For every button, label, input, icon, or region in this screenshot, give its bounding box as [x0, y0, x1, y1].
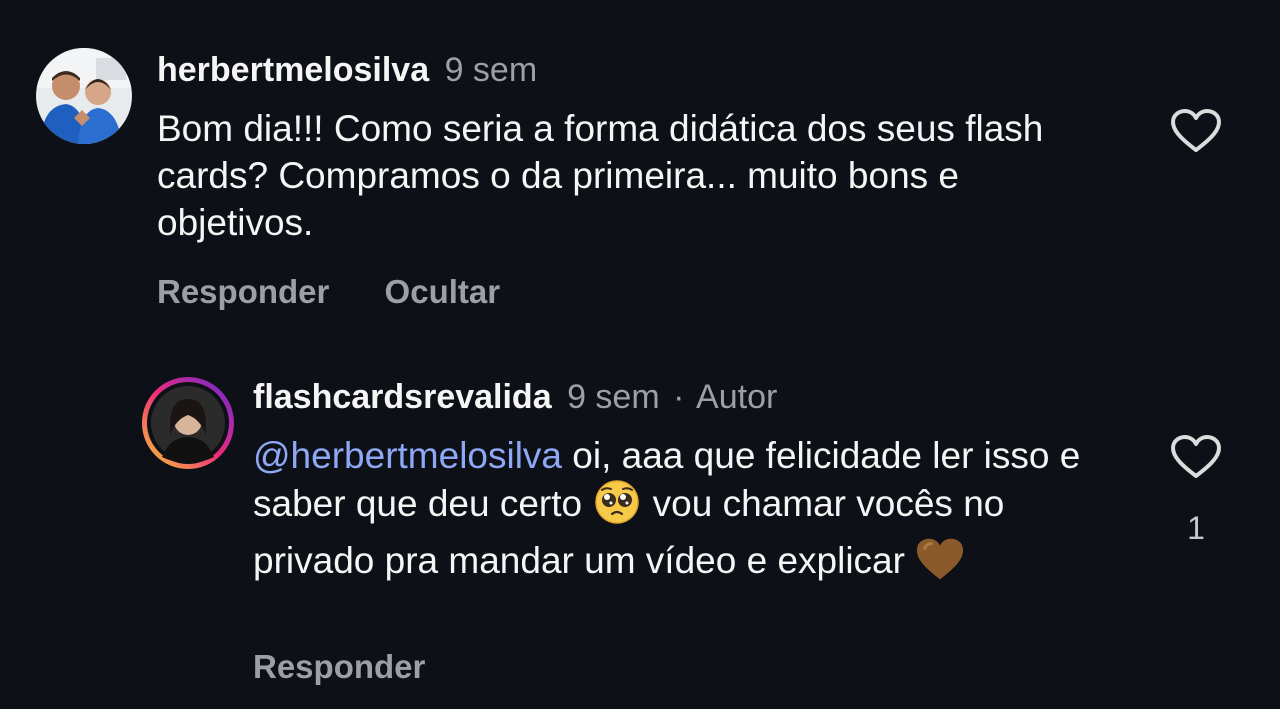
pleading-face-emoji [592, 479, 642, 536]
timestamp: 9 sem [567, 378, 660, 416]
comment-text: Bom dia!!! Como seria a forma didática d… [157, 108, 1044, 243]
comment-actions: Responder [253, 647, 425, 687]
username[interactable]: flashcardsrevalida [253, 378, 552, 416]
hide-button[interactable]: Ocultar [385, 273, 501, 310]
comment-text: @herbertmelosilva oi, aaa que felicidade… [253, 432, 1133, 593]
like-count: 1 [1187, 510, 1205, 546]
comment-item: herbertmelosilva 9 sem Bom dia!!! Como s… [0, 0, 1280, 330]
reply-item: flashcardsrevalida 9 sem · Autor @herber… [0, 330, 1280, 709]
reply-button[interactable]: Responder [253, 648, 425, 685]
separator-dot: · [673, 378, 685, 416]
heart-outline-icon[interactable] [1170, 108, 1222, 154]
avatar-story-ring[interactable] [140, 375, 236, 471]
comment-header: herbertmelosilva 9 sem [157, 50, 537, 90]
heart-outline-icon[interactable] [1170, 434, 1222, 480]
comment-header: flashcardsrevalida 9 sem · Autor [253, 377, 777, 417]
mention-link[interactable]: @herbertmelosilva [253, 435, 562, 476]
username[interactable]: herbertmelosilva [157, 51, 429, 89]
reply-button[interactable]: Responder [157, 273, 329, 310]
avatar[interactable] [36, 48, 132, 144]
brown-heart-emoji [915, 536, 965, 593]
timestamp: 9 sem [444, 51, 538, 89]
comment-actions: Responder Ocultar [157, 272, 500, 312]
author-tag: Autor [696, 378, 778, 416]
